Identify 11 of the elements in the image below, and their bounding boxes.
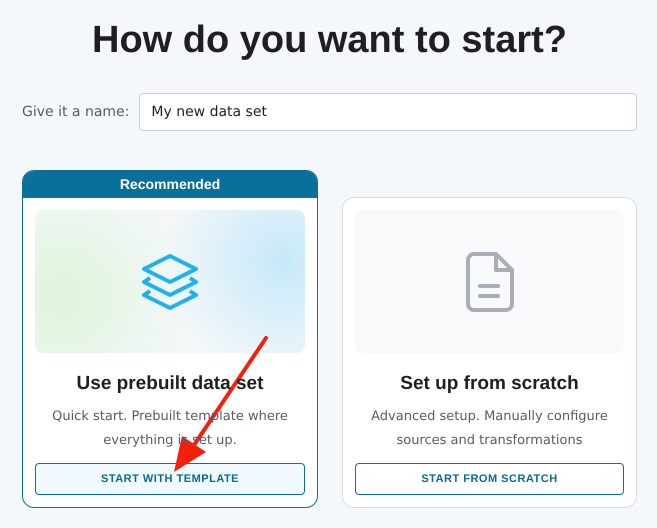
option-description: Advanced setup. Manually configure sources and transformations — [370, 408, 609, 450]
start-button[interactable]: START WITH TEMPLATE — [35, 463, 305, 495]
name-label: Give it a name: — [22, 104, 130, 120]
start-button[interactable]: START FROM SCRATCH — [355, 463, 624, 495]
option-heading: Set up from scratch — [399, 373, 580, 395]
page-title: How do you want to start? — [91, 18, 568, 62]
document-icon — [466, 252, 514, 312]
option-heading: Use prebuilt data set — [76, 373, 264, 395]
recommended-banner: Recommended — [23, 171, 317, 198]
name-input[interactable]: My new data set — [139, 93, 637, 131]
layers-icon — [140, 252, 200, 312]
